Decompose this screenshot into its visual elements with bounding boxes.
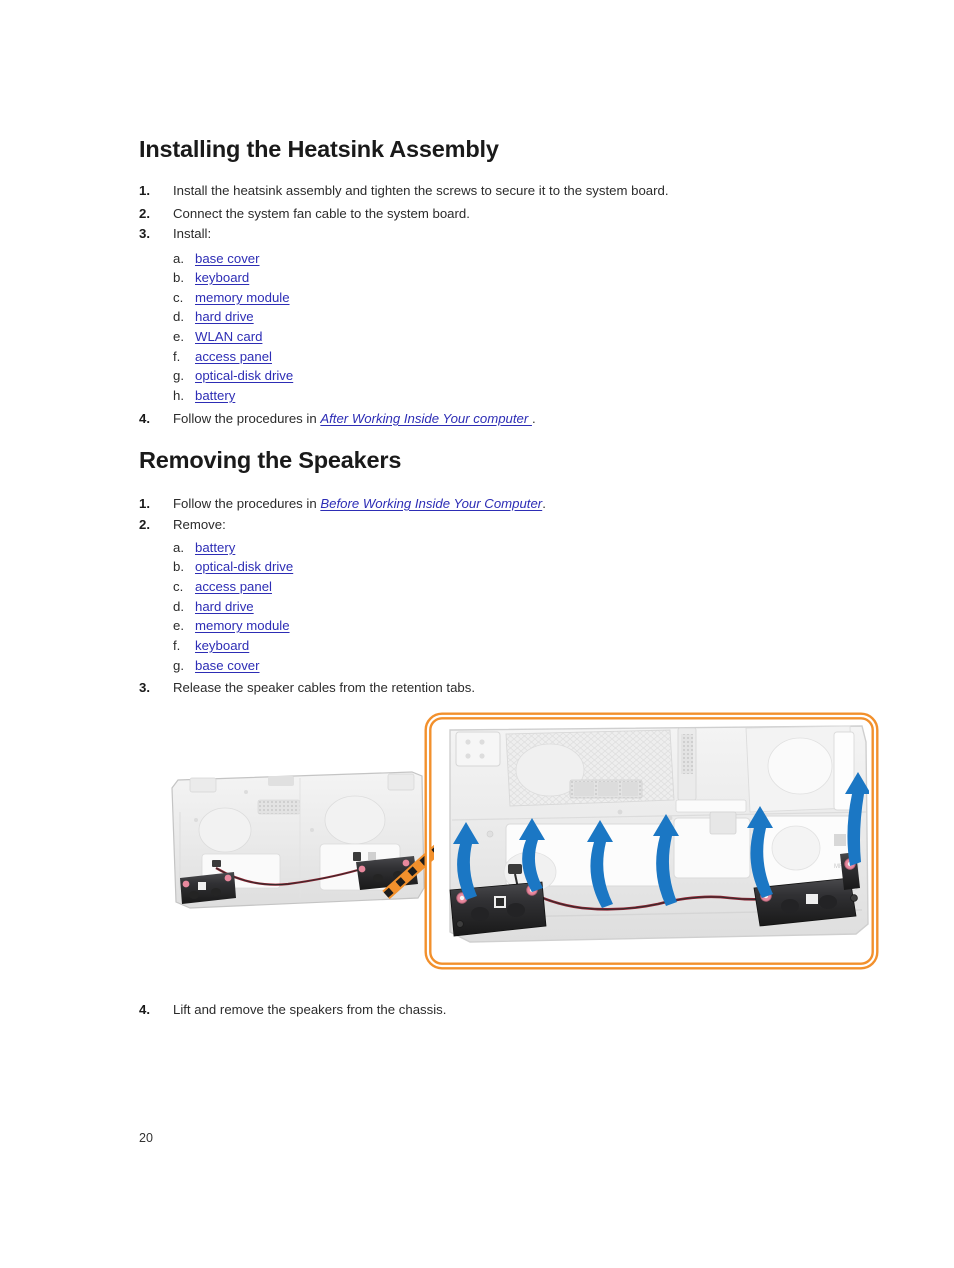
link-hard-drive[interactable]: hard drive: [195, 309, 254, 324]
link-memory-module[interactable]: memory module: [195, 618, 290, 633]
substep-marker: h.: [173, 388, 184, 403]
substep-item: e. memory module: [173, 616, 290, 636]
link-base-cover[interactable]: base cover: [195, 251, 260, 266]
heading-installing-heatsink-assembly: Installing the Heatsink Assembly: [139, 136, 499, 162]
link-access-panel[interactable]: access panel: [195, 579, 272, 594]
link-battery[interactable]: battery: [195, 540, 235, 555]
link-keyboard[interactable]: keyboard: [195, 270, 249, 285]
substep-item: c. memory module: [173, 288, 290, 308]
link-keyboard[interactable]: keyboard: [195, 638, 249, 653]
heading-removing-the-speakers: Removing the Speakers: [139, 447, 402, 473]
step-text: Remove:: [173, 517, 226, 532]
step-text: Install:: [173, 226, 212, 241]
step-marker: 4.: [139, 1002, 150, 1017]
substep-item: f. keyboard: [173, 636, 249, 656]
step-text: Release the speaker cables from the rete…: [173, 680, 476, 695]
substep-item: g. optical-disk drive: [173, 366, 293, 386]
substep-marker: e.: [173, 618, 184, 633]
document-page: Installing the Heatsink Assembly 1. Inst…: [0, 0, 954, 1268]
link-optical-disk-drive[interactable]: optical-disk drive: [195, 559, 293, 574]
callout-image-content: MFG: [434, 722, 869, 960]
step-marker: 4.: [139, 411, 150, 426]
step-item: 3. Install:: [139, 224, 211, 244]
step-marker: 2.: [139, 517, 150, 532]
step-marker: 3.: [139, 226, 150, 241]
step-item: 1. Follow the procedures in Before Worki…: [139, 494, 546, 514]
substep-marker: f.: [173, 349, 181, 364]
substep-item: f. access panel: [173, 347, 272, 367]
step-text: Install the heatsink assembly and tighte…: [173, 183, 669, 198]
step-marker: 2.: [139, 206, 150, 221]
link-after-working-inside-your-computer[interactable]: After Working Inside Your computer: [320, 411, 532, 426]
link-before-working-inside-your-computer[interactable]: Before Working Inside Your Computer: [320, 496, 542, 511]
step-item: 2. Remove:: [139, 515, 226, 535]
link-optical-disk-drive[interactable]: optical-disk drive: [195, 368, 293, 383]
substep-marker: e.: [173, 329, 184, 344]
step-text-suffix: .: [531, 411, 536, 426]
substep-marker: f.: [173, 638, 181, 653]
step-marker: 1.: [139, 183, 150, 198]
link-access-panel[interactable]: access panel: [195, 349, 272, 364]
substep-marker: c.: [173, 290, 184, 305]
substep-item: b. optical-disk drive: [173, 557, 293, 577]
substep-item: d. hard drive: [173, 597, 254, 617]
substep-marker: a.: [173, 540, 184, 555]
substep-item: g. base cover: [173, 656, 260, 676]
substep-marker: b.: [173, 270, 184, 285]
step-item: 2. Connect the system fan cable to the s…: [139, 204, 470, 224]
substep-marker: g.: [173, 368, 184, 383]
link-hard-drive[interactable]: hard drive: [195, 599, 254, 614]
substep-marker: d.: [173, 599, 184, 614]
link-wlan-card[interactable]: WLAN card: [195, 329, 262, 344]
step-item: 3. Release the speaker cables from the r…: [139, 678, 475, 698]
substep-item: d. hard drive: [173, 307, 254, 327]
step-marker: 3.: [139, 680, 150, 695]
link-memory-module[interactable]: memory module: [195, 290, 290, 305]
link-battery[interactable]: battery: [195, 388, 235, 403]
substep-marker: g.: [173, 658, 184, 673]
step-text: Connect the system fan cable to the syst…: [173, 206, 470, 221]
step-text-suffix: .: [542, 496, 546, 511]
substep-marker: c.: [173, 579, 184, 594]
step-item: 1. Install the heatsink assembly and tig…: [139, 181, 669, 201]
substep-item: e. WLAN card: [173, 327, 262, 347]
substep-marker: b.: [173, 559, 184, 574]
substep-item: h. battery: [173, 386, 235, 406]
step-text-prefix: Follow the procedures in: [173, 496, 321, 511]
substep-marker: d.: [173, 309, 184, 324]
step-item: 4. Follow the procedures in After Workin…: [139, 409, 536, 429]
link-base-cover[interactable]: base cover: [195, 658, 260, 673]
step-item: 4. Lift and remove the speakers from the…: [139, 1000, 446, 1020]
substep-item: b. keyboard: [173, 268, 249, 288]
page-number: 20: [139, 1131, 153, 1145]
step-text: Lift and remove the speakers from the ch…: [173, 1002, 447, 1017]
substep-marker: a.: [173, 251, 184, 266]
substep-item: c. access panel: [173, 577, 272, 597]
step-marker: 1.: [139, 496, 150, 511]
substep-item: a. base cover: [173, 249, 260, 269]
figure-speaker-removal: MFG: [150, 712, 880, 987]
substep-item: a. battery: [173, 538, 235, 558]
step-text-prefix: Follow the procedures in: [173, 411, 321, 426]
